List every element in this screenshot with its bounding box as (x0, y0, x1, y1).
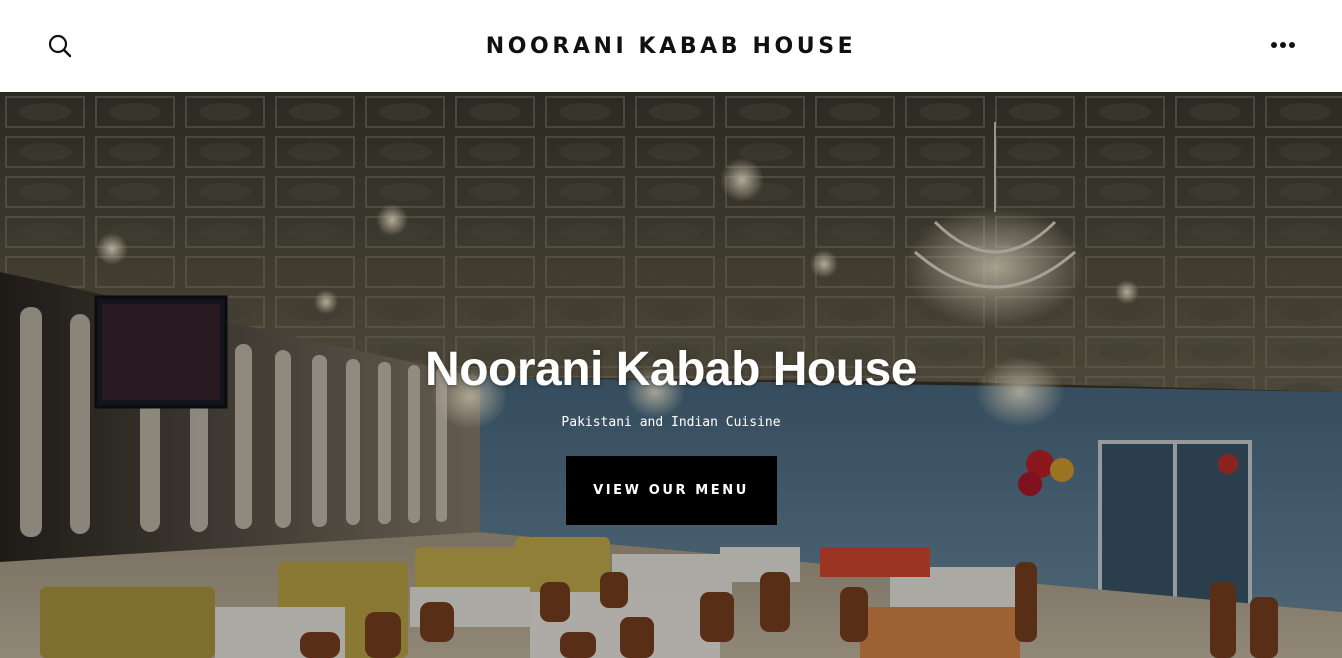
menu-button[interactable] (1268, 34, 1298, 56)
hero-section: Noorani Kabab House Pakistani and Indian… (0, 92, 1342, 658)
hero-tagline: Pakistani and Indian Cuisine (561, 415, 781, 430)
hero-content: Noorani Kabab House Pakistani and Indian… (0, 92, 1342, 658)
search-button[interactable] (46, 32, 74, 60)
more-dots-icon (1271, 42, 1295, 48)
view-menu-button[interactable]: VIEW OUR MENU (565, 456, 777, 525)
site-title[interactable]: NOORANI KABAB HOUSE (486, 34, 857, 59)
site-header: NOORANI KABAB HOUSE (0, 0, 1342, 92)
search-icon (48, 34, 72, 58)
hero-title: Noorani Kabab House (425, 343, 917, 396)
